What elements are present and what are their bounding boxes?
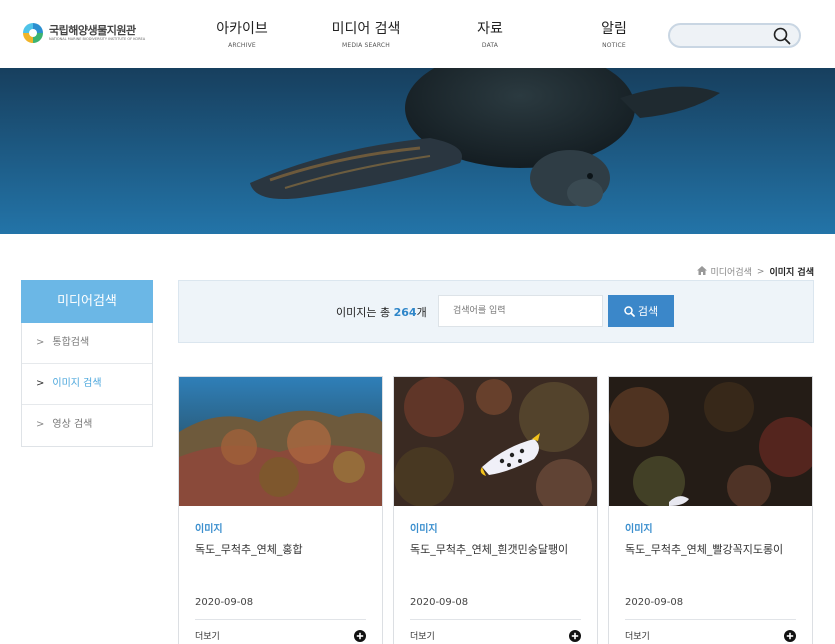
home-icon[interactable] (696, 265, 707, 278)
card-more-link[interactable]: 더보기 (410, 629, 581, 642)
search-button[interactable]: 검색 (608, 295, 674, 327)
nav-data-label: 자료 (477, 21, 503, 37)
sidebar-item-label: 이미지 검색 (52, 378, 102, 389)
header-search-input[interactable] (680, 28, 775, 43)
card-more-link[interactable]: 더보기 (625, 629, 796, 642)
card-divider (410, 619, 581, 620)
sea-turtle-image (0, 68, 835, 234)
card-thumbnail[interactable] (179, 377, 382, 506)
site-logo[interactable]: 국립해양생물지원관 NATIONAL MARINE BIODIVERSITY I… (22, 22, 145, 44)
card-date: 2020-09-08 (195, 597, 254, 608)
nav-media-search-sublabel: MEDIA SEARCH (341, 42, 391, 49)
sidebar-item-label: 통합검색 (52, 337, 90, 348)
image-card[interactable]: 이미지 독도_무척추_연체_흰갯민숭달팽이 2020-09-08 더보기 (393, 376, 598, 644)
image-search-panel: 이미지는 총 264개 검색 (178, 280, 814, 343)
card-more-label: 더보기 (195, 632, 220, 642)
count-suffix: 개 (416, 306, 427, 319)
chevron-right-icon: > (36, 378, 45, 389)
sidebar-item-label: 영상 검색 (52, 419, 93, 430)
count-number: 264 (393, 306, 417, 319)
plus-circle-icon[interactable] (784, 629, 796, 642)
chevron-right-icon: > (36, 419, 45, 430)
card-category: 이미지 (195, 524, 223, 535)
card-date: 2020-09-08 (625, 597, 684, 608)
sidebar: 미디어검색 > 통합검색 > 이미지 검색 > 영상 검색 (21, 280, 153, 447)
card-divider (195, 619, 366, 620)
keyword-input[interactable] (438, 295, 603, 327)
breadcrumb-current: 이미지 검색 (769, 268, 814, 278)
nav-notice[interactable]: 알림 NOTICE (552, 20, 676, 49)
chevron-right-icon: > (36, 337, 45, 348)
plus-circle-icon[interactable] (354, 629, 366, 642)
logo-english-text: NATIONAL MARINE BIODIVERSITY INSTITUTE O… (49, 37, 146, 41)
plus-circle-icon[interactable] (569, 629, 581, 642)
sidebar-item-integrated-search[interactable]: > 통합검색 (22, 323, 152, 364)
nav-archive-label: 아카이브 (216, 21, 268, 37)
card-thumbnail[interactable] (394, 377, 597, 506)
breadcrumb: 미디어검색 > 이미지 검색 (696, 265, 814, 278)
nav-data-sublabel: DATA (481, 42, 499, 49)
nav-data[interactable]: 자료 DATA (428, 20, 552, 49)
sidebar-title: 미디어검색 (21, 280, 153, 323)
card-divider (625, 619, 796, 620)
search-icon[interactable] (773, 27, 791, 45)
card-more-label: 더보기 (410, 632, 435, 642)
nav-archive[interactable]: 아카이브 ARCHIVE (180, 20, 304, 49)
sidebar-item-video-search[interactable]: > 영상 검색 (22, 405, 152, 446)
nav-archive-sublabel: ARCHIVE (228, 42, 256, 49)
header-search (668, 23, 801, 48)
logo-korean-text: 국립해양생물지원관 (49, 24, 136, 37)
count-prefix: 이미지는 총 (336, 306, 394, 319)
card-title[interactable]: 독도_무척추_연체_흰갯민숭달팽이 (410, 541, 581, 557)
breadcrumb-separator: > (756, 266, 765, 277)
image-card[interactable]: 이미지 독도_무척추_연체_빨강꼭지도롱이 2020-09-08 더보기 (608, 376, 813, 644)
card-title[interactable]: 독도_무척추_연체_홍합 (195, 541, 366, 557)
card-title[interactable]: 독도_무척추_연체_빨강꼭지도롱이 (625, 541, 796, 557)
logo-emblem-icon (22, 22, 44, 44)
card-date: 2020-09-08 (410, 597, 469, 608)
search-icon (624, 305, 635, 317)
result-count: 이미지는 총 264개 (336, 304, 427, 320)
image-card[interactable]: 이미지 독도_무척추_연체_홍합 2020-09-08 더보기 (178, 376, 383, 644)
sidebar-menu: > 통합검색 > 이미지 검색 > 영상 검색 (21, 323, 153, 447)
card-thumbnail[interactable] (609, 377, 812, 506)
hero-banner (0, 68, 835, 234)
main-nav: 아카이브 ARCHIVE 미디어 검색 MEDIA SEARCH 자료 DATA… (180, 20, 676, 49)
nav-notice-sublabel: NOTICE (602, 42, 626, 49)
card-category: 이미지 (410, 524, 438, 535)
sidebar-item-image-search[interactable]: > 이미지 검색 (22, 364, 152, 405)
search-button-label: 검색 (637, 305, 659, 318)
card-more-label: 더보기 (625, 632, 650, 642)
site-header: 국립해양생물지원관 NATIONAL MARINE BIODIVERSITY I… (0, 0, 835, 68)
card-category: 이미지 (625, 524, 653, 535)
nav-media-search[interactable]: 미디어 검색 MEDIA SEARCH (304, 20, 428, 49)
breadcrumb-parent[interactable]: 미디어검색 (711, 265, 752, 278)
card-more-link[interactable]: 더보기 (195, 629, 366, 642)
nav-media-search-label: 미디어 검색 (331, 21, 401, 37)
nav-notice-label: 알림 (601, 21, 627, 37)
